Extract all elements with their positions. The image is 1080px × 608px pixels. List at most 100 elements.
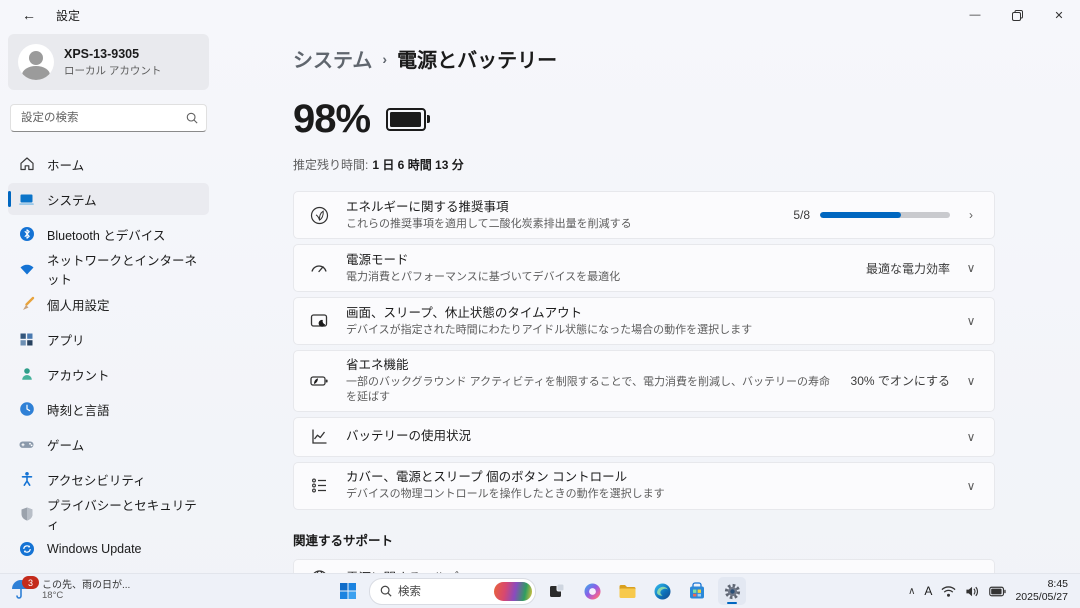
sidebar-item-personalization[interactable]: 個人用設定 <box>8 288 209 320</box>
minimize-button[interactable]: — <box>954 0 996 30</box>
clock-time: 8:45 <box>1048 578 1068 591</box>
card-title: バッテリーの使用状況 <box>346 428 952 445</box>
sidebar-item-label: プライバシーとセキュリティ <box>47 495 199 533</box>
ime-indicator[interactable]: A <box>924 584 932 598</box>
window-controls: — ✕ <box>954 0 1080 30</box>
breadcrumb-separator-icon: › <box>382 51 387 67</box>
chevron-down-icon: ∨ <box>964 314 978 328</box>
eco-leaf-icon <box>308 204 330 226</box>
sidebar-item-accounts[interactable]: アカウント <box>8 358 209 390</box>
weather-temperature: 18°C <box>42 591 130 602</box>
sidebar-item-label: ホーム <box>47 155 84 174</box>
clock[interactable]: 8:45 2025/05/27 <box>1015 578 1068 603</box>
microsoft-store-button[interactable] <box>683 577 711 605</box>
microsoft-store-icon <box>688 582 706 600</box>
file-explorer-button[interactable] <box>613 577 641 605</box>
sidebar-item-label: Windows Update <box>47 542 142 556</box>
breadcrumb-parent[interactable]: システム <box>293 44 372 73</box>
sidebar-item-apps[interactable]: アプリ <box>8 323 209 355</box>
weather-widget[interactable]: 3 この先、雨の日が... 18°C <box>0 574 140 608</box>
taskbar-search-box[interactable]: 検索 <box>369 578 536 605</box>
tray-volume-icon[interactable] <box>965 585 980 598</box>
sidebar-item-label: 時刻と言語 <box>47 400 110 419</box>
energy-saver-icon <box>308 370 330 392</box>
edge-icon <box>653 582 672 601</box>
wifi-icon <box>18 261 35 278</box>
card-screen-sleep-timeouts[interactable]: 画面、スリープ、休止状態のタイムアウト デバイスが指定された時間にわたりアイドル… <box>293 297 995 345</box>
tray-battery-icon[interactable] <box>989 586 1006 597</box>
update-icon <box>18 541 35 558</box>
sidebar-item-label: アクセシビリティ <box>47 470 146 489</box>
card-subtitle: 電力消費とパフォーマンスに基づいてデバイスを最適化 <box>346 270 854 285</box>
person-icon <box>18 366 35 383</box>
card-button-controls[interactable]: カバー、電源とスリープ 個のボタン コントロール デバイスの物理コントロールを操… <box>293 462 995 510</box>
card-title: 電源モード <box>346 252 854 269</box>
task-view-icon <box>548 582 566 600</box>
energy-progress-label: 5/8 <box>793 208 810 222</box>
copilot-button[interactable] <box>578 577 606 605</box>
sidebar-nav: ホーム システム Bluetooth とデバイス ネットワークとインターネット … <box>8 148 209 565</box>
close-button[interactable]: ✕ <box>1038 0 1080 30</box>
screen-sleep-icon <box>308 310 330 332</box>
system-icon <box>18 191 35 208</box>
sidebar-item-accessibility[interactable]: アクセシビリティ <box>8 463 209 495</box>
taskbar-center: 検索 <box>334 574 746 608</box>
sidebar-item-label: アプリ <box>47 330 85 349</box>
sidebar-item-time-language[interactable]: 時刻と言語 <box>8 393 209 425</box>
sidebar-item-label: システム <box>47 190 97 209</box>
battery-icon <box>386 108 426 131</box>
chevron-right-icon: › <box>964 208 978 222</box>
sidebar-item-label: ネットワークとインターネット <box>47 250 199 288</box>
energy-saver-value: 30% でオンにする <box>851 372 950 389</box>
breadcrumb: システム › 電源とバッテリー <box>293 44 995 73</box>
sidebar-item-home[interactable]: ホーム <box>8 148 209 180</box>
gamepad-icon <box>18 436 35 453</box>
sidebar-item-privacy-security[interactable]: プライバシーとセキュリティ <box>8 498 209 530</box>
restore-button[interactable] <box>996 0 1038 30</box>
sidebar-item-gaming[interactable]: ゲーム <box>8 428 209 460</box>
card-energy-recommendations[interactable]: エネルギーに関する推奨事項 これらの推奨事項を適用して二酸化炭素排出量を削減する… <box>293 191 995 239</box>
energy-progress: 5/8 <box>793 208 950 222</box>
settings-search-box[interactable] <box>10 104 207 132</box>
settings-search-input[interactable] <box>19 111 186 125</box>
tray-chevron-up-icon[interactable]: ∧ <box>908 586 915 597</box>
settings-taskbar-button[interactable] <box>718 577 746 605</box>
power-mode-value: 最適な電力効率 <box>866 260 950 277</box>
search-highlight-image[interactable] <box>494 582 532 601</box>
search-icon <box>186 112 198 124</box>
card-battery-usage[interactable]: バッテリーの使用状況 ∨ <box>293 417 995 457</box>
home-icon <box>18 156 35 173</box>
start-button[interactable] <box>334 577 362 605</box>
sidebar-item-bluetooth-devices[interactable]: Bluetooth とデバイス <box>8 218 209 250</box>
sidebar: XPS-13-9305 ローカル アカウント ホーム システム <box>0 30 215 574</box>
task-view-button[interactable] <box>543 577 571 605</box>
clock-icon <box>18 401 35 418</box>
card-title: 画面、スリープ、休止状態のタイムアウト <box>346 305 952 322</box>
card-energy-saver[interactable]: 省エネ機能 一部のバックグラウンド アクティビティを制限することで、電力消費を削… <box>293 350 995 412</box>
back-button[interactable]: ← <box>16 4 42 26</box>
power-help-row[interactable]: 電源に関するヘルプ ∧ <box>294 560 994 574</box>
battery-remaining: 推定残り時間:1 日 6 時間 13 分 <box>293 156 995 173</box>
battery-percent: 98% <box>293 97 370 142</box>
system-tray: ∧ A 8:45 2025/05/27 <box>908 574 1080 608</box>
card-title: エネルギーに関する推奨事項 <box>346 199 781 216</box>
sidebar-item-windows-update[interactable]: Windows Update <box>8 533 209 565</box>
avatar <box>18 44 54 80</box>
taskbar-search-placeholder: 検索 <box>398 583 488 599</box>
sidebar-item-network-internet[interactable]: ネットワークとインターネット <box>8 253 209 285</box>
card-power-mode[interactable]: 電源モード 電力消費とパフォーマンスに基づいてデバイスを最適化 最適な電力効率 … <box>293 244 995 292</box>
back-arrow-icon: ← <box>22 7 36 23</box>
usage-chart-icon <box>308 426 330 448</box>
minimize-icon: — <box>970 9 981 21</box>
sidebar-item-label: Bluetooth とデバイス <box>47 225 165 244</box>
edge-button[interactable] <box>648 577 676 605</box>
chevron-down-icon: ∨ <box>964 430 978 444</box>
button-controls-icon <box>308 475 330 497</box>
user-account-card[interactable]: XPS-13-9305 ローカル アカウント <box>8 34 209 90</box>
titlebar: ← 設定 — ✕ <box>0 0 1080 30</box>
battery-status: 98% <box>293 97 995 142</box>
sidebar-item-system[interactable]: システム <box>8 183 209 215</box>
sidebar-item-label: ゲーム <box>47 435 84 454</box>
windows-logo-icon <box>339 582 357 600</box>
tray-wifi-icon[interactable] <box>941 585 956 598</box>
